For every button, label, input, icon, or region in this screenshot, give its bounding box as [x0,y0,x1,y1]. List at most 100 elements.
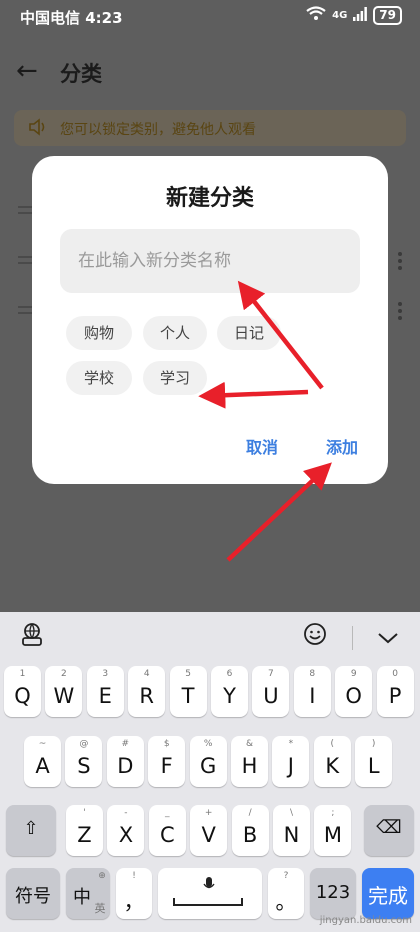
letter-key[interactable]: 0P [376,666,414,717]
key-hint: + [204,808,213,818]
key-hint: 6 [226,669,233,679]
chip-diary[interactable]: 日记 [217,316,281,350]
number-key[interactable]: 123 [310,868,356,919]
letter-key[interactable]: ) L [355,736,393,787]
tip-text: 您可以锁定类别，避免他人观看 [60,122,256,138]
backspace-icon: ⌫ [376,817,402,838]
status-icons: 4G 79 [306,6,402,25]
period-key[interactable]: ? 。 [268,868,304,919]
key-letter: Y [223,684,236,708]
letter-key[interactable]: (K [313,736,351,787]
app-header: ← 分类 [0,52,420,92]
letter-key[interactable]: & H [231,736,268,787]
key-letter: L [367,754,380,778]
letter-key[interactable]: @ S [65,736,103,787]
letter-key[interactable]: % G [189,736,227,787]
key-hint: ~ [38,739,47,749]
period-hint: ? [283,871,289,881]
collapse-keyboard-icon[interactable] [377,626,399,651]
letter-key[interactable]: 5T [169,666,207,717]
period-key-label: 。 [275,890,297,914]
back-arrow-icon[interactable]: ← [16,56,38,86]
key-letter: U [263,684,279,708]
network-type: 4G [332,10,348,21]
key-letter: A [35,754,50,778]
letter-key[interactable]: 6Y [211,666,248,717]
more-icon [398,302,402,323]
key-letter: B [242,823,258,847]
carrier-time: 中国电信 4:23 [20,9,123,27]
number-key-label: 123 [315,882,351,903]
backspace-key[interactable]: ⌫ [364,805,414,856]
chip-study[interactable]: 学习 [143,361,207,395]
watermark: jingyan.baidu.com [319,915,412,926]
key-hint: * [288,739,294,749]
letter-key[interactable]: 4R [128,666,166,717]
category-name-input[interactable] [60,229,360,293]
key-hint: 2 [61,669,67,679]
symbol-key-label: 符号 [15,886,51,907]
key-letter: J [287,754,294,778]
key-hint: 7 [268,669,274,679]
key-hint: \ [289,808,294,818]
comma-key[interactable]: ! ， [116,868,152,919]
chip-shopping[interactable]: 购物 [66,316,132,350]
key-hint: 0 [392,669,398,679]
letter-key[interactable]: -X [107,805,145,856]
letter-key[interactable]: 3E [86,666,124,717]
toolbar-divider [352,626,353,650]
letter-key[interactable]: 8I [293,666,331,717]
key-hint: 9 [350,669,357,679]
letter-key[interactable]: _ C [148,805,186,856]
key-letter: S [77,754,91,778]
key-letter: E [98,684,112,708]
letter-key[interactable]: 1Q [4,666,41,717]
status-bar: 中国电信 4:23 4G 79 [0,0,420,36]
comma-key-label: ， [123,890,145,914]
letter-key[interactable]: \ N [273,805,310,856]
letter-key[interactable]: 9O [335,666,373,717]
key-hint: / [248,808,252,818]
key-hint: & [245,739,254,749]
chip-personal[interactable]: 个人 [143,316,207,350]
new-category-dialog: 新建分类 购物 个人 日记 学校 学习 取消 添加 [32,156,388,484]
letter-key[interactable]: ' Z [66,805,103,856]
key-hint: _ [165,808,170,818]
letter-key[interactable]: $ F [148,736,186,787]
wifi-icon [306,6,326,25]
letter-key[interactable]: 7U [252,666,290,717]
key-hint: ; [331,808,335,818]
letter-key[interactable]: * J [272,736,310,787]
cancel-button[interactable]: 取消 [246,434,278,458]
shift-icon: ⇧ [23,818,39,839]
add-button[interactable]: 添加 [326,434,358,458]
signal-icon [353,6,368,25]
key-hint: 1 [19,669,26,679]
letter-key[interactable]: # D [106,736,144,787]
shift-key[interactable]: ⇧ [6,805,56,856]
letter-key[interactable]: + V [190,805,228,856]
key-letter: K [325,754,340,778]
key-letter: D [117,754,134,778]
tip-banner: 您可以锁定类别，避免他人观看 [14,110,406,146]
language-switch-key[interactable]: ⊕ 中 英 [66,868,110,919]
emoji-icon[interactable] [303,622,327,652]
key-letter: H [241,754,258,778]
letter-key[interactable]: 2W [45,666,83,717]
space-bar-icon [173,898,243,906]
letter-key[interactable]: ~ A [24,736,61,787]
key-letter: W [53,684,75,708]
space-key[interactable] [158,868,262,919]
done-key[interactable]: 完成 [362,868,414,919]
key-hint: ( [330,739,335,749]
chip-school[interactable]: 学校 [66,361,132,395]
more-icon [398,252,402,273]
key-hint: - [124,808,128,818]
keyboard-settings-icon[interactable] [20,622,44,652]
key-letter: G [199,754,217,778]
letter-key[interactable]: / B [231,805,269,856]
key-letter: N [283,823,300,847]
letter-key[interactable]: ; M [314,805,352,856]
symbol-key[interactable]: 符号 [6,868,60,919]
key-hint: 3 [102,669,109,679]
